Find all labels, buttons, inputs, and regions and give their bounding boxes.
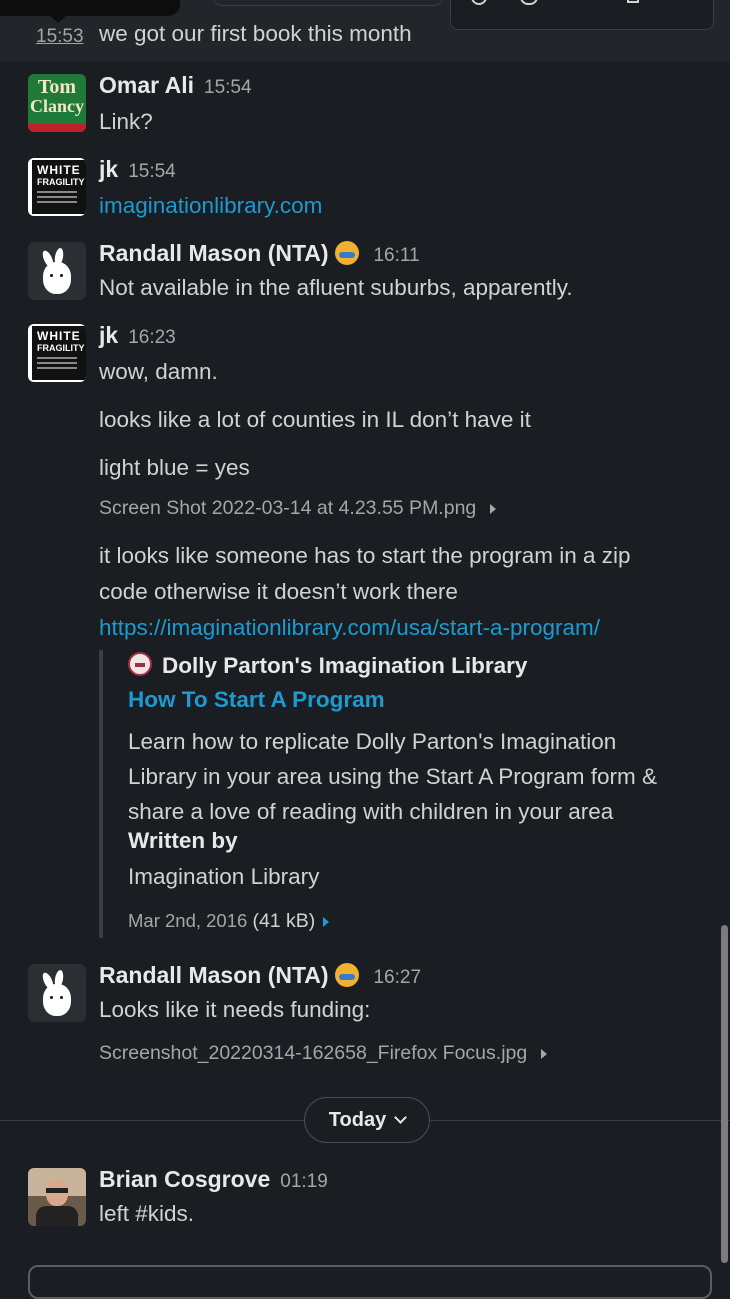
author-name[interactable]: Randall Mason (NTA) <box>99 962 329 988</box>
avatar[interactable] <box>28 964 86 1022</box>
author-name[interactable]: Omar Ali <box>99 72 194 98</box>
record-clip-icon[interactable] <box>469 0 493 9</box>
expand-caret-icon[interactable] <box>490 503 497 514</box>
avatar-text: Clancy <box>30 96 84 116</box>
preview-meta: Mar 2nd, 2016 (41 kB) <box>128 910 330 933</box>
preview-description: Learn how to replicate Dolly Parton's Im… <box>128 729 657 824</box>
custom-emoji-icon <box>335 963 360 987</box>
site-favicon-icon <box>128 652 152 676</box>
message-timestamp[interactable]: 15:54 <box>204 77 252 98</box>
message-actions-toolbar: ⤳ ⋮ <box>450 0 714 30</box>
avatar[interactable]: Tom Clancy <box>28 74 86 132</box>
avatar-text: WHITE <box>37 329 81 343</box>
avatar[interactable]: WHITE FRAGILITY <box>28 158 86 216</box>
message-text: Link? <box>99 109 153 134</box>
expand-caret-icon[interactable] <box>541 1048 548 1059</box>
file-attachment[interactable]: Screenshot_20220314-162658_Firefox Focus… <box>99 1042 548 1065</box>
file-name[interactable]: Screenshot_20220314-162658_Firefox Focus… <box>99 1042 527 1064</box>
preview-site-name[interactable]: Dolly Parton's Imagination Library <box>162 653 527 678</box>
scrollbar[interactable] <box>721 925 728 1263</box>
avatar-text: WHITE <box>37 163 81 177</box>
message-text: wow, damn. <box>99 359 218 384</box>
message-text: light blue = yes <box>99 455 250 480</box>
author-name[interactable]: jk <box>99 156 118 182</box>
day-divider-button[interactable]: Today <box>304 1097 430 1143</box>
message-text: looks like a lot of counties in IL don’t… <box>99 407 531 432</box>
preview-field-value: Imagination Library <box>128 864 320 889</box>
message-composer[interactable] <box>28 1265 712 1299</box>
author-name[interactable]: Brian Cosgrove <box>99 1166 270 1192</box>
avatar-decoration <box>37 357 86 369</box>
avatar-text: FRAGILITY <box>37 343 85 353</box>
message-text: it looks like someone has to start the p… <box>99 543 631 568</box>
avatar[interactable]: WHITE FRAGILITY <box>28 324 86 382</box>
message-text: left #kids. <box>99 1201 195 1226</box>
avatar-text: FRAGILITY <box>37 177 85 187</box>
avatar-decoration <box>37 191 86 203</box>
chevron-down-icon <box>394 1111 408 1124</box>
bookmark-icon[interactable] <box>623 0 647 9</box>
message-timestamp[interactable]: 01:19 <box>280 1171 328 1192</box>
expand-caret-icon[interactable] <box>323 917 330 928</box>
message-text: we got our first book this month <box>99 21 412 46</box>
avatar-text: Tom <box>37 76 77 98</box>
message-timestamp[interactable]: 16:27 <box>373 967 421 988</box>
message-link[interactable]: imaginationlibrary.com <box>99 188 322 224</box>
file-attachment[interactable]: Screen Shot 2022-03-14 at 4.23.55 PM.png <box>99 497 497 520</box>
avatar[interactable] <box>28 1168 86 1226</box>
author-name[interactable]: jk <box>99 322 118 348</box>
link-preview: Dolly Parton's Imagination Library How T… <box>99 650 683 938</box>
message-timestamp[interactable]: 15:54 <box>128 161 176 182</box>
avatar[interactable] <box>28 242 86 300</box>
custom-emoji-icon <box>335 241 360 265</box>
message-text: Looks like it needs funding: <box>99 997 371 1022</box>
preview-size: (41 kB) <box>252 910 316 932</box>
preview-date: Mar 2nd, 2016 <box>128 910 248 931</box>
reply-in-thread-icon[interactable] <box>519 0 543 9</box>
reaction-pill[interactable] <box>212 0 444 6</box>
day-divider-label: Today <box>328 1109 387 1131</box>
author-name[interactable]: Randall Mason (NTA) <box>99 240 329 266</box>
tooltip-arrow <box>48 14 68 23</box>
previous-message-row: ⤳ ⋮ 15:53 we got our first book this mon… <box>0 0 730 62</box>
file-name[interactable]: Screen Shot 2022-03-14 at 4.23.55 PM.png <box>99 497 476 519</box>
message-text: Not available in the afluent suburbs, ap… <box>99 275 573 300</box>
message-text: code otherwise it doesn’t work there <box>99 579 458 604</box>
message-timestamp[interactable]: 16:11 <box>373 245 419 266</box>
tooltip-fragment <box>0 0 180 16</box>
message-timestamp[interactable]: 15:53 <box>36 26 84 48</box>
message-timestamp[interactable]: 16:23 <box>128 327 176 348</box>
message-link[interactable]: https://imaginationlibrary.com/usa/start… <box>99 610 600 646</box>
preview-field-label: Written by <box>128 828 238 853</box>
avatar-stripe <box>28 124 86 132</box>
preview-title[interactable]: How To Start A Program <box>128 687 385 713</box>
